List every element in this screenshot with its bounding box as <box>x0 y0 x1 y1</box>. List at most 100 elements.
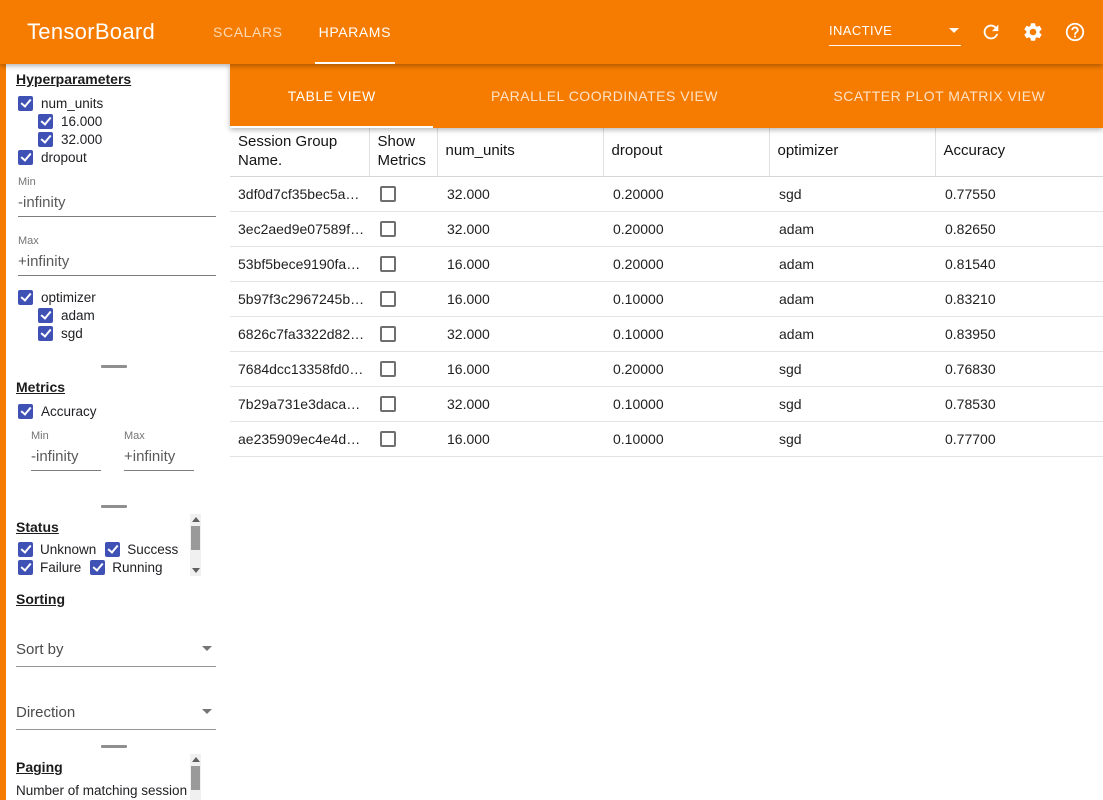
status-failure-checkbox[interactable] <box>18 560 33 575</box>
table-row: 3ec2aed9e07589f… 32.000 0.20000 adam 0.8… <box>230 211 1103 246</box>
scroll-up-icon[interactable] <box>192 517 200 522</box>
show-metrics-checkbox[interactable] <box>380 256 396 272</box>
hparam-dropout-row: dropout <box>6 148 222 166</box>
show-metrics-checkbox[interactable] <box>380 221 396 237</box>
tab-hparams[interactable]: HPARAMS <box>301 0 409 64</box>
resize-grip <box>101 505 127 508</box>
session-groups-table-container: Session Group Name. Show Metrics num_uni… <box>230 128 1103 800</box>
pane-hyperparameters: Hyperparameters num_units 16.000 32.000 … <box>6 64 222 360</box>
help-icon[interactable] <box>1063 20 1087 44</box>
metric-minmax-row: Min Max <box>31 430 222 471</box>
status-success-item: Success <box>105 540 178 558</box>
show-metrics-checkbox[interactable] <box>380 186 396 202</box>
dropout-checkbox[interactable] <box>18 150 33 165</box>
cell-num-units: 32.000 <box>437 176 603 211</box>
hparam-num-units-16-row: 16.000 <box>6 112 222 130</box>
tab-parallel-coordinates-view[interactable]: PARALLEL COORDINATES VIEW <box>433 64 775 128</box>
cell-accuracy: 0.76830 <box>935 351 1103 386</box>
num-units-32-checkbox[interactable] <box>38 132 53 147</box>
show-metrics-checkbox[interactable] <box>380 291 396 307</box>
optimizer-adam-checkbox[interactable] <box>38 308 53 323</box>
cell-optimizer: adam <box>769 281 935 316</box>
num-units-16-checkbox[interactable] <box>38 114 53 129</box>
optimizer-checkbox[interactable] <box>18 290 33 305</box>
status-success-checkbox[interactable] <box>105 542 120 557</box>
tab-scatter-plot-matrix-view[interactable]: SCATTER PLOT MATRIX VIEW <box>776 64 1103 128</box>
cell-accuracy: 0.83210 <box>935 281 1103 316</box>
hparam-num-units-32-row: 32.000 <box>6 130 222 148</box>
metric-max-input[interactable] <box>124 443 194 471</box>
session-group-name: 53bf5bece9190fa… <box>230 246 369 281</box>
pane-metrics: Metrics Accuracy Min Max <box>6 372 222 500</box>
cell-num-units: 32.000 <box>437 386 603 421</box>
scroll-down-icon[interactable] <box>192 568 200 573</box>
direction-select[interactable]: Direction <box>16 697 216 730</box>
col-header-session-group-name: Session Group Name. <box>230 128 369 176</box>
dropout-max-input[interactable] <box>18 248 216 276</box>
col-header-optimizer: optimizer <box>769 128 935 176</box>
dropout-max-label: Max <box>18 235 210 248</box>
refresh-icon[interactable] <box>979 20 1003 44</box>
status-scrollbar[interactable] <box>190 514 201 576</box>
tab-hparams-label: HPARAMS <box>319 24 391 40</box>
scroll-thumb[interactable] <box>191 766 200 790</box>
tab-scalars[interactable]: SCALARS <box>195 0 301 64</box>
session-group-name: 3ec2aed9e07589f… <box>230 211 369 246</box>
show-metrics-checkbox[interactable] <box>380 396 396 412</box>
cell-accuracy: 0.81540 <box>935 246 1103 281</box>
matching-groups-summary: Number of matching session groups: 8 <box>16 782 188 800</box>
optimizer-sgd-checkbox[interactable] <box>38 326 53 341</box>
cell-dropout: 0.10000 <box>603 386 769 421</box>
session-groups-table: Session Group Name. Show Metrics num_uni… <box>230 128 1103 457</box>
session-group-name: 3df0d7cf35bec5a… <box>230 176 369 211</box>
col-header-show-metrics: Show Metrics <box>369 128 437 176</box>
cell-num-units: 16.000 <box>437 281 603 316</box>
session-group-name: ae235909ec4e4d… <box>230 421 369 456</box>
paging-scrollbar[interactable] <box>190 754 201 800</box>
show-metrics-checkbox[interactable] <box>380 361 396 377</box>
cell-dropout: 0.20000 <box>603 246 769 281</box>
sort-by-value: Sort by <box>16 641 64 658</box>
dropout-max-field: Max <box>18 235 210 276</box>
scroll-thumb[interactable] <box>191 526 200 550</box>
pane-resize-handle[interactable] <box>6 360 222 372</box>
hparam-optimizer-adam-row: adam <box>6 306 222 324</box>
metric-min-label: Min <box>31 430 101 443</box>
cell-num-units: 16.000 <box>437 246 603 281</box>
chevron-down-icon <box>202 646 212 651</box>
status-options: Unknown Success Failure Running <box>18 540 196 576</box>
sort-by-select[interactable]: Sort by <box>16 634 216 667</box>
show-metrics-checkbox[interactable] <box>380 431 396 447</box>
settings-icon[interactable] <box>1021 20 1045 44</box>
table-row: ae235909ec4e4d… 16.000 0.10000 sgd 0.777… <box>230 421 1103 456</box>
status-failure-item: Failure <box>18 558 81 576</box>
accuracy-label: Accuracy <box>41 404 97 419</box>
tab-scalars-label: SCALARS <box>213 24 283 40</box>
status-unknown-checkbox[interactable] <box>18 542 33 557</box>
pane-resize-handle[interactable] <box>6 500 222 512</box>
scroll-up-icon[interactable] <box>192 757 200 762</box>
dropout-min-input[interactable] <box>18 189 216 217</box>
optimizer-adam-label: adam <box>61 308 95 323</box>
num-units-checkbox[interactable] <box>18 96 33 111</box>
cell-optimizer: sgd <box>769 176 935 211</box>
status-running-checkbox[interactable] <box>90 560 105 575</box>
tab-table-view-label: TABLE VIEW <box>288 88 376 104</box>
tensorboard-app: TensorBoard SCALARS HPARAMS INACTIVE <box>0 0 1103 800</box>
app-title: TensorBoard <box>27 19 155 45</box>
accuracy-checkbox[interactable] <box>18 404 33 419</box>
metric-max-label: Max <box>124 430 194 443</box>
cell-num-units: 16.000 <box>437 421 603 456</box>
col-header-num-units: num_units <box>437 128 603 176</box>
pane-resize-handle[interactable] <box>6 740 222 752</box>
cell-dropout: 0.10000 <box>603 421 769 456</box>
metric-min-input[interactable] <box>31 443 101 471</box>
tab-table-view[interactable]: TABLE VIEW <box>230 64 433 128</box>
status-success-label: Success <box>127 542 178 557</box>
reload-status-dropdown[interactable]: INACTIVE <box>829 18 961 46</box>
dropout-min-field: Min <box>18 176 210 217</box>
tab-scatter-plot-matrix-label: SCATTER PLOT MATRIX VIEW <box>833 88 1045 104</box>
cell-dropout: 0.20000 <box>603 351 769 386</box>
show-metrics-checkbox[interactable] <box>380 326 396 342</box>
chevron-down-icon <box>949 28 959 33</box>
